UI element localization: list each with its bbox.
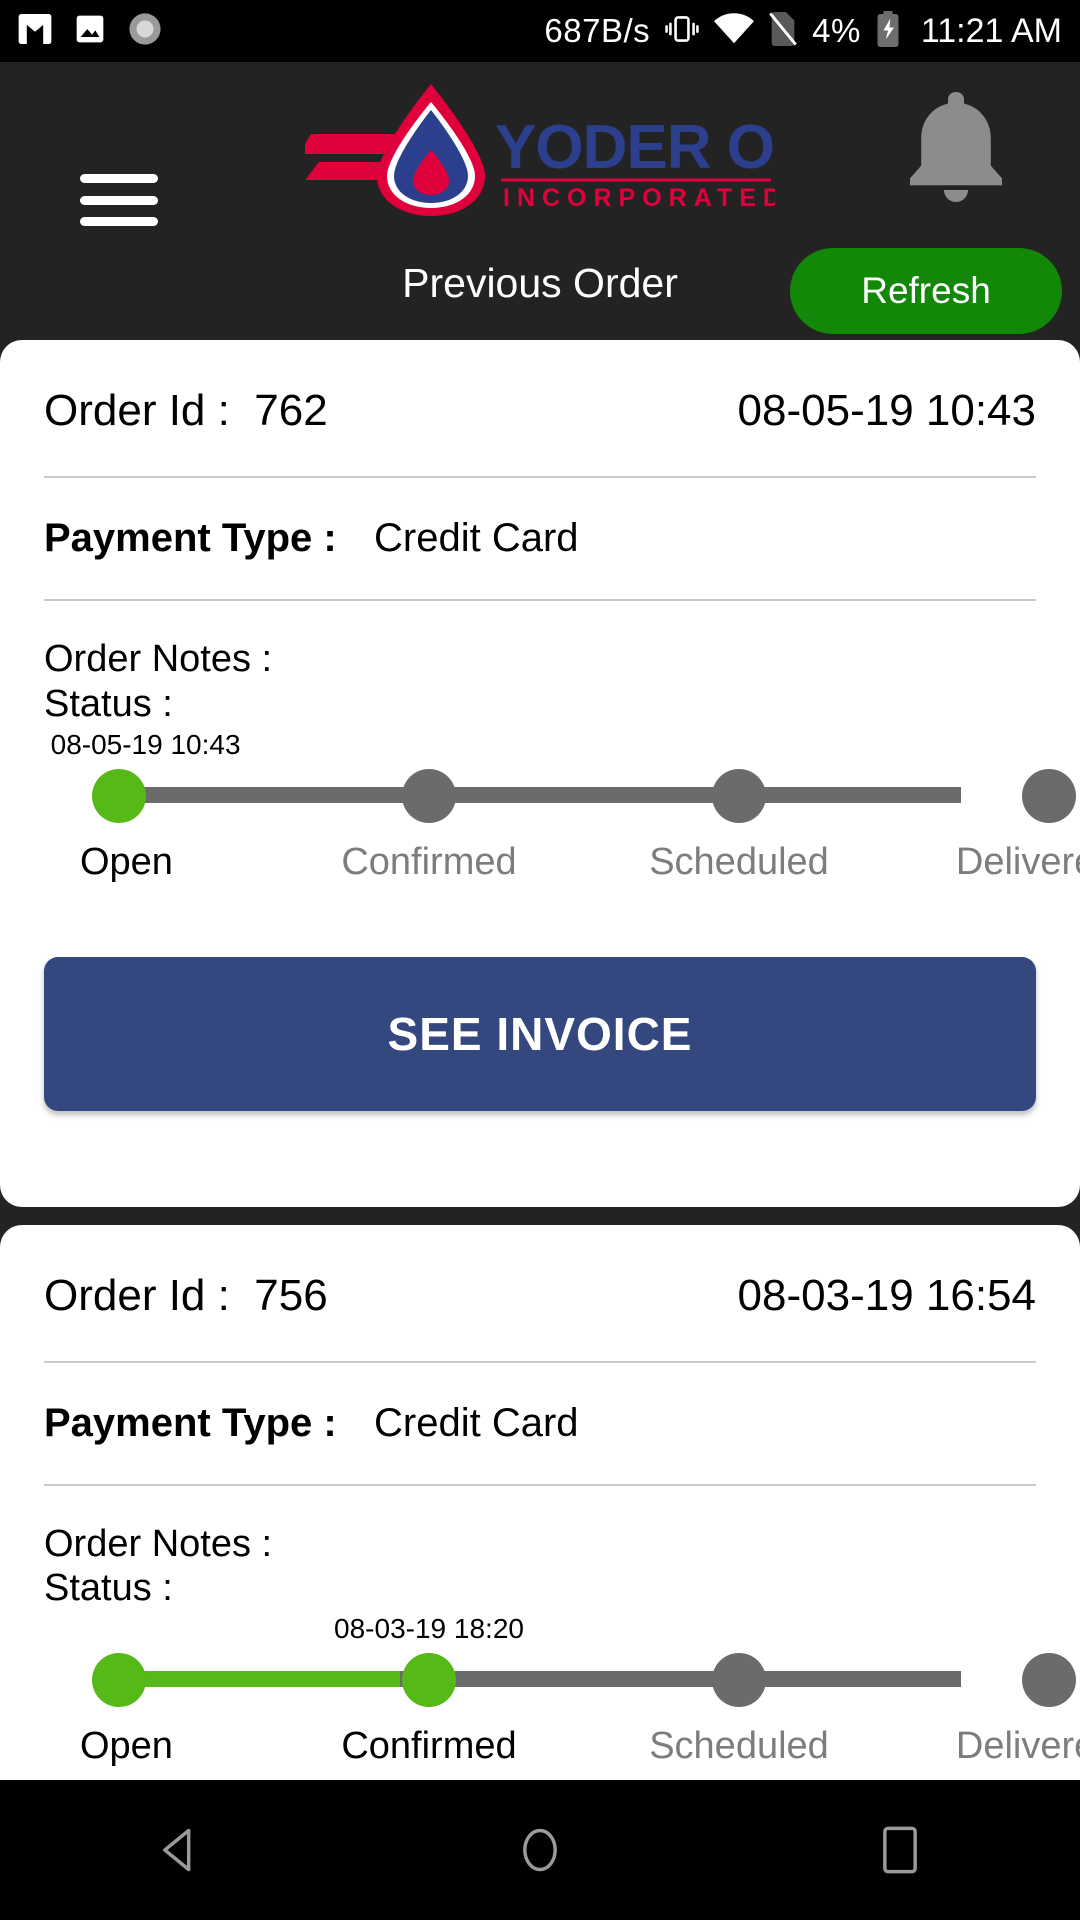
order-card[interactable]: Order Id : 756 08-03-19 16:54 Payment Ty… [0,1224,1080,1780]
yoder-oil-logo: YODER OIL INCORPORATED [299,76,828,216]
step-dot-delivered [1022,768,1076,823]
order-id-value: 756 [254,1270,328,1320]
clock-label: 11:21 AM [920,11,1062,50]
order-notes-block: Order Notes : Status : [44,1486,1036,1612]
order-status-stepper: 08-03-19 18:20 Open Confirmed Scheduled … [44,1613,1080,1780]
hamburger-bar [80,217,158,226]
svg-text:YODER OIL: YODER OIL [495,113,775,182]
payment-type-value: Credit Card [374,516,579,560]
stepper-segment [119,786,400,803]
back-icon[interactable] [120,1790,240,1910]
payment-type-row: Payment Type : Credit Card [44,1363,1036,1484]
step-label-scheduled: Scheduled [649,1725,829,1768]
payment-type-label: Payment Type : [44,1400,337,1445]
order-id-key: Order Id : [44,386,230,435]
wifi-icon [714,12,755,50]
recents-icon[interactable] [840,1790,960,1910]
order-notes-label: Order Notes : [44,1522,273,1565]
app-header: YODER OIL INCORPORATED Previous Order Re… [0,62,1080,340]
step-dot-confirmed [402,768,456,823]
step-label-scheduled: Scheduled [649,840,829,883]
order-status-stepper: 08-05-19 10:43 Open Confirmed Scheduled … [44,729,1080,923]
status-bar-notification-icons [18,12,162,51]
order-id-label: Order Id : 762 [44,386,328,436]
step-dot-scheduled [712,1653,766,1708]
status-label: Status : [44,1567,173,1610]
stepper-track [119,1671,961,1688]
step-label-open: Open [79,1725,173,1768]
order-date-value: 08-03-19 16:54 [737,1270,1036,1320]
phone-screen: 687B/s 4% 11:21 AM YODER O INCORPORATED … [0,0,1080,1920]
order-id-key: Order Id : [44,1270,230,1320]
home-icon[interactable] [480,1790,600,1910]
status-bar-system-icons: 687B/s 4% 11:21 AM [544,10,1062,52]
step-dot-open [92,768,146,823]
status-bar: 687B/s 4% 11:21 AM [0,0,1080,62]
step-dot-open [92,1653,146,1708]
gallery-icon [74,13,106,50]
step-label-confirmed: Confirmed [341,840,517,883]
gmail-icon [18,13,52,49]
see-invoice-button[interactable]: SEE INVOICE [44,956,1036,1111]
step-label-delivered: Delivered [955,1725,1080,1768]
status-label: Status : [44,682,173,725]
bell-icon[interactable] [904,88,1008,206]
order-date-value: 08-05-19 10:43 [737,386,1036,435]
battery-percent-label: 4% [812,12,861,49]
step-dot-confirmed [402,1653,456,1708]
payment-type-label: Payment Type : [44,516,337,560]
no-sim-icon [768,11,798,51]
hamburger-bar [80,195,158,205]
step-dot-scheduled [712,768,766,823]
orders-list[interactable]: Order Id : 762 08-05-19 10:43 Payment Ty… [0,340,1080,1780]
hamburger-menu-icon[interactable] [80,174,158,226]
step-label-delivered: Delivered [955,840,1080,883]
vibrate-icon [664,13,700,50]
hamburger-bar [80,174,158,183]
order-id-value: 762 [254,386,328,435]
order-card[interactable]: Order Id : 762 08-05-19 10:43 Payment Ty… [0,340,1080,1207]
order-notes-label: Order Notes : [44,638,273,680]
app-icon [128,12,162,51]
system-navigation-bar [0,1780,1080,1920]
header-subbar: Previous Order Refresh [0,248,1080,340]
svg-text:INCORPORATED: INCORPORATED [503,184,775,212]
payment-type-row: Payment Type : Credit Card [44,478,1036,599]
order-card-header: Order Id : 762 08-05-19 10:43 [44,340,1036,476]
step-dot-delivered [1022,1653,1076,1708]
battery-charging-icon [875,10,901,52]
step-time: 08-05-19 10:43 [50,728,241,760]
stepper-segment [119,1671,400,1688]
stepper-track [119,786,961,803]
refresh-button[interactable]: Refresh [790,248,1062,334]
order-id-label: Order Id : 756 [44,1271,328,1321]
step-label-confirmed: Confirmed [341,1725,517,1768]
step-label-open: Open [79,840,173,883]
network-speed-label: 687B/s [544,12,651,49]
order-notes-block: Order Notes : Status : [44,601,1036,727]
order-card-header: Order Id : 756 08-03-19 16:54 [44,1225,1036,1361]
step-time: 08-03-19 18:20 [334,1613,524,1645]
payment-type-value: Credit Card [374,1400,579,1445]
